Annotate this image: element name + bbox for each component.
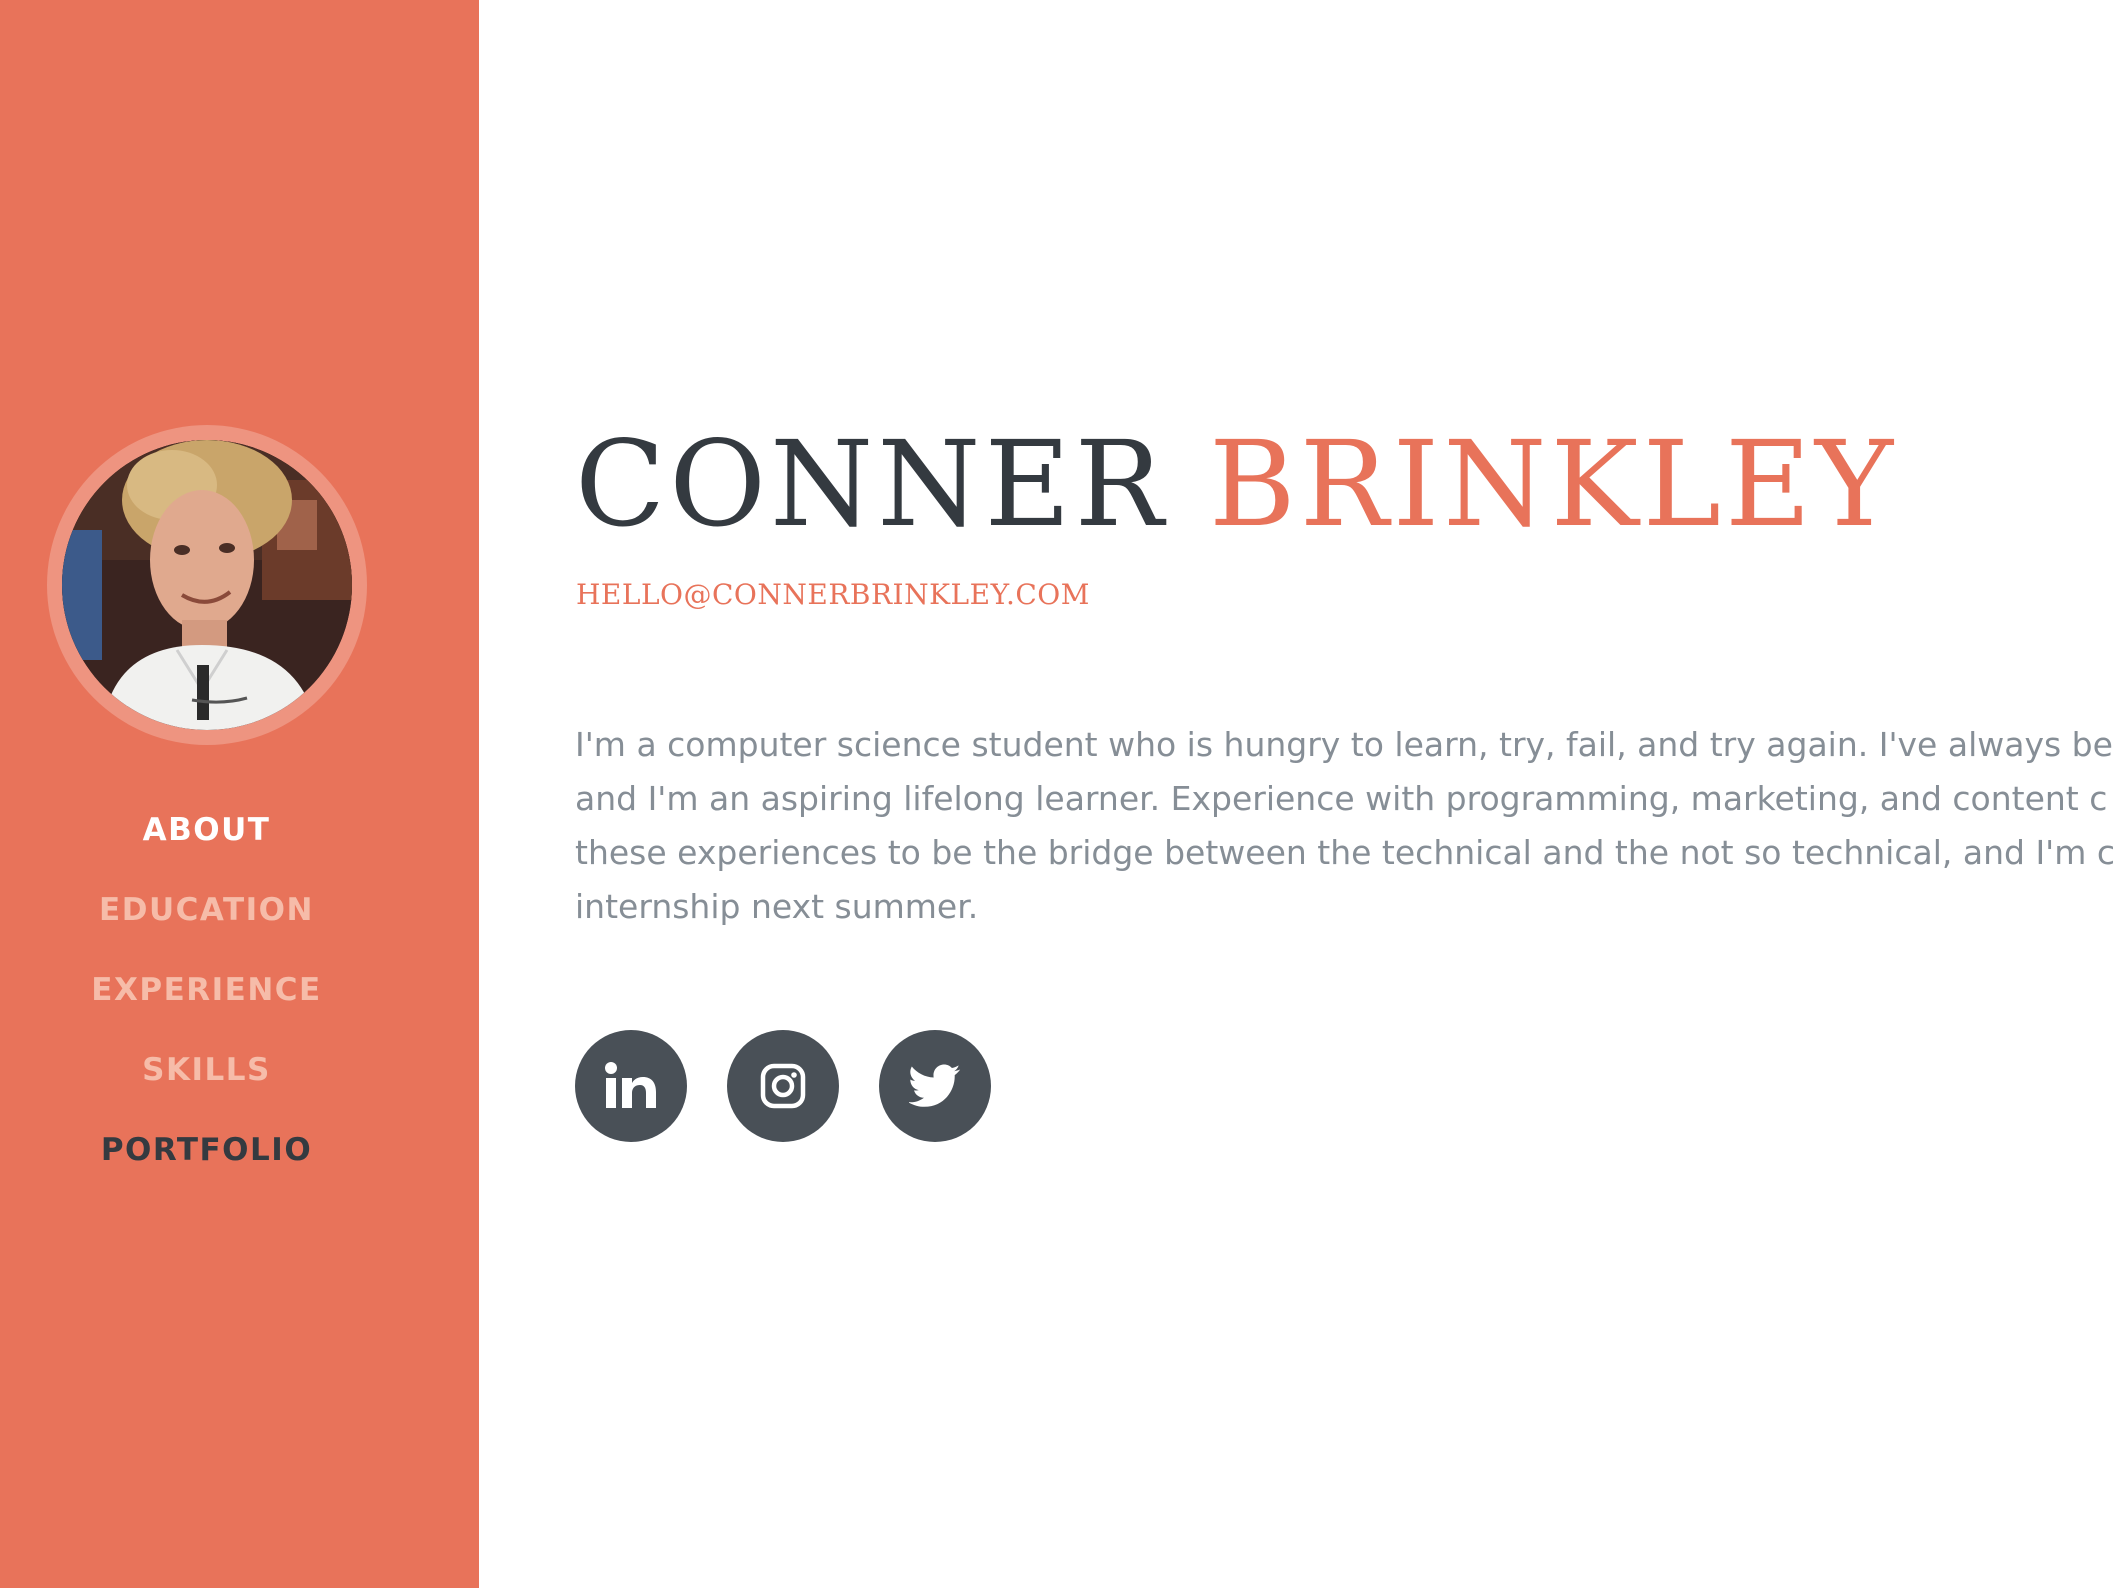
bio-line: these experiences to be the bridge betwe…	[575, 833, 2116, 872]
profile-photo	[62, 440, 352, 730]
nav-item-experience[interactable]: EXPERIENCE	[0, 950, 413, 1030]
first-name: CONNER	[575, 415, 1168, 553]
main-nav: ABOUT EDUCATION EXPERIENCE SKILLS PORTFO…	[0, 790, 413, 1190]
bio-line: I'm a computer science student who is hu…	[575, 725, 2113, 764]
about-section: CONNER BRINKLEY HELLO@CONNERBRINKLEY.COM…	[479, 0, 2117, 1588]
sidebar: ABOUT EDUCATION EXPERIENCE SKILLS PORTFO…	[0, 0, 479, 1588]
bio-line: internship next summer.	[575, 887, 979, 926]
linkedin-button[interactable]	[575, 1030, 687, 1142]
email-link[interactable]: HELLO@CONNERBRINKLEY.COM	[576, 578, 1090, 611]
page-title: CONNER BRINKLEY	[575, 425, 1897, 543]
nav-item-about[interactable]: ABOUT	[0, 790, 413, 870]
linkedin-icon	[605, 1062, 656, 1108]
nav-item-portfolio[interactable]: PORTFOLIO	[0, 1110, 413, 1190]
bio-paragraph: I'm a computer science student who is hu…	[575, 718, 2117, 934]
profile-avatar	[62, 440, 352, 730]
social-links	[575, 1030, 991, 1142]
nav-item-skills[interactable]: SKILLS	[0, 1030, 413, 1110]
bio-line: and I'm an aspiring lifelong learner. Ex…	[575, 779, 2108, 818]
instagram-icon	[760, 1063, 806, 1109]
instagram-button[interactable]	[727, 1030, 839, 1142]
twitter-icon	[909, 1064, 961, 1107]
nav-item-education[interactable]: EDUCATION	[0, 870, 413, 950]
avatar-ring	[47, 425, 367, 745]
twitter-button[interactable]	[879, 1030, 991, 1142]
last-name: BRINKLEY	[1209, 415, 1898, 553]
